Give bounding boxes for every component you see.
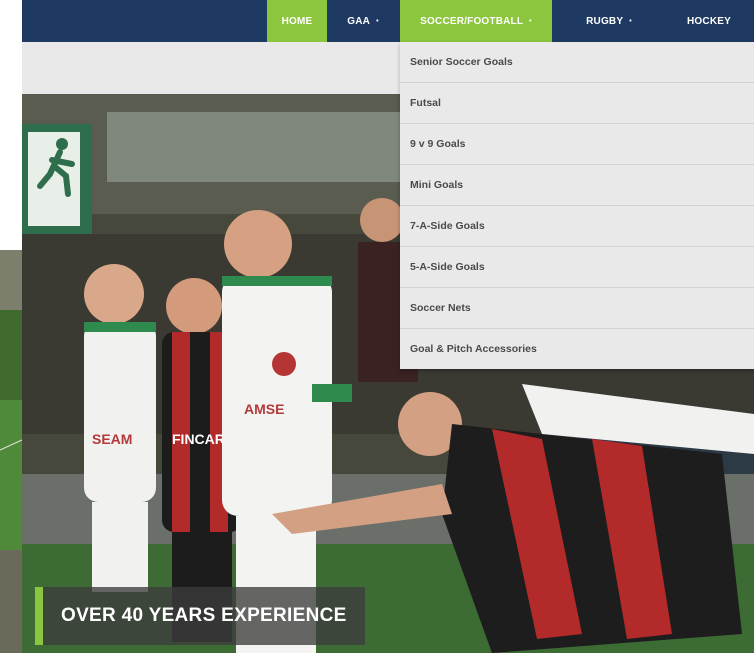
dropdown-item-label: Mini Goals [410,179,464,191]
caption-accent-bar [35,587,43,645]
nav-rugby[interactable]: RUGBY • [554,0,664,42]
main-nav: HOME GAA • SOCCER/FOOTBALL • RUGBY • HOC… [22,0,754,42]
dropdown-item-label: 5-A-Side Goals [410,261,485,273]
dropdown-item-7-a-side-goals[interactable]: 7-A-Side Goals [400,206,754,247]
dropdown-item-5-a-side-goals[interactable]: 5-A-Side Goals [400,247,754,288]
dropdown-item-senior-soccer-goals[interactable]: Senior Soccer Goals [400,42,754,83]
nav-home[interactable]: HOME [267,0,327,42]
caret-icon: • [376,17,379,25]
dropdown-item-soccer-nets[interactable]: Soccer Nets [400,288,754,329]
nav-gaa-label: GAA [347,15,371,27]
soccer-football-dropdown: Senior Soccer Goals Futsal 9 v 9 Goals M… [400,42,754,369]
nav-home-label: HOME [281,15,313,27]
dropdown-item-mini-goals[interactable]: Mini Goals [400,165,754,206]
dropdown-item-9v9-goals[interactable]: 9 v 9 Goals [400,124,754,165]
nav-hockey[interactable]: HOCKEY [664,0,754,42]
dropdown-item-label: Goal & Pitch Accessories [410,343,537,355]
shirt-text-2: FINCAR [172,431,225,447]
caret-icon: • [529,17,532,25]
hero-caption: OVER 40 YEARS EXPERIENCE [35,587,365,645]
dropdown-item-label: Futsal [410,97,441,109]
dropdown-item-label: Senior Soccer Goals [410,56,513,68]
dropdown-item-label: 7-A-Side Goals [410,220,485,232]
hero-caption-text: OVER 40 YEARS EXPERIENCE [61,605,347,626]
nav-hockey-label: HOCKEY [687,15,731,27]
nav-gaa[interactable]: GAA • [327,0,399,42]
nav-soccer-football-label: SOCCER/FOOTBALL [420,15,524,27]
shirt-text-3: AMSE [244,401,284,417]
dropdown-item-label: 9 v 9 Goals [410,138,466,150]
nav-rugby-label: RUGBY [586,15,624,27]
dropdown-item-goal-pitch-accessories[interactable]: Goal & Pitch Accessories [400,329,754,369]
dropdown-item-futsal[interactable]: Futsal [400,83,754,124]
background-photo-edge [0,250,22,653]
shirt-text-1: SEAM [92,431,132,447]
caret-icon: • [629,17,632,25]
dropdown-item-label: Soccer Nets [410,302,471,314]
nav-soccer-football[interactable]: SOCCER/FOOTBALL • [400,0,552,42]
